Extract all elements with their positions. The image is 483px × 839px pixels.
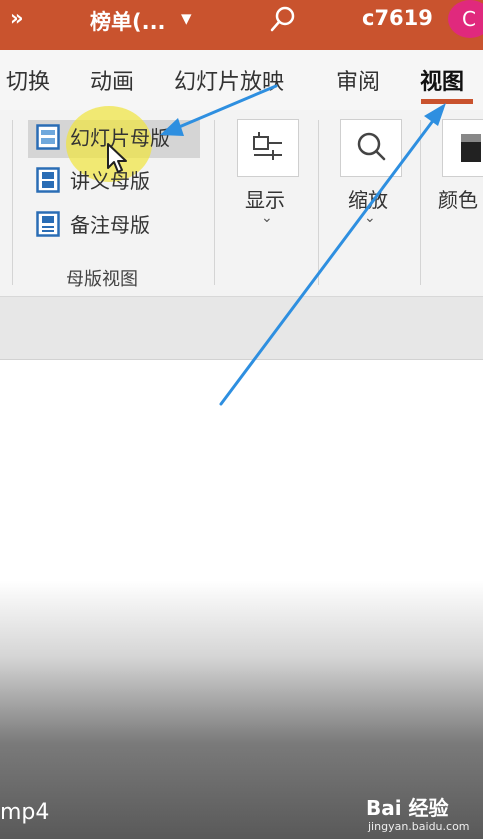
chevron-down-icon[interactable]: ▾ [181,6,192,30]
group-divider [420,120,421,285]
zoom-button[interactable] [340,119,402,177]
master-views-group-label: 母版视图 [66,269,138,290]
tab-animations[interactable]: 动画 [90,64,134,96]
chevron-down-icon[interactable]: ⌄ [261,210,273,226]
zoom-icon [357,132,386,161]
tab-slide-show[interactable]: 幻灯片放映 [174,64,284,96]
group-divider [214,120,215,285]
search-icon[interactable] [268,3,298,37]
color-label: 颜色 [438,188,478,212]
avatar[interactable]: C [448,0,483,38]
show-label: 显示 [245,188,285,212]
show-icon [253,132,282,160]
active-tab-indicator [421,99,473,104]
group-divider [318,120,319,285]
group-divider [12,120,13,285]
overflow-menu-icon[interactable]: » [10,6,24,30]
ribbon-tabs: 切换 动画 幻灯片放映 审阅 视图 [0,50,483,110]
slide-master-icon [36,124,60,150]
user-name[interactable]: c7619 [362,6,433,30]
workspace-strip [0,297,483,360]
watermark-url: jingyan.baidu.com [368,820,470,833]
notes-master-icon [36,211,60,237]
color-button[interactable] [442,119,483,177]
chevron-down-icon[interactable]: ⌄ [364,210,376,226]
document-title[interactable]: 榜单(... [90,6,166,36]
title-bar: » 榜单(... ▾ c7619 C [0,0,483,50]
mouse-cursor-icon [107,143,127,173]
handout-master-icon [36,167,60,193]
tab-view[interactable]: 视图 [420,64,464,96]
video-filename-overlay: mp4 [0,800,50,825]
watermark-logo: Bai 经验 [366,796,449,820]
notes-master-label: 备注母版 [70,213,150,237]
slide-canvas[interactable] [0,360,483,839]
tab-transitions[interactable]: 切换 [6,64,50,96]
zoom-label: 缩放 [348,188,388,212]
show-button[interactable] [237,119,299,177]
tab-review[interactable]: 审阅 [336,64,380,96]
color-grayscale-icon [461,134,481,162]
